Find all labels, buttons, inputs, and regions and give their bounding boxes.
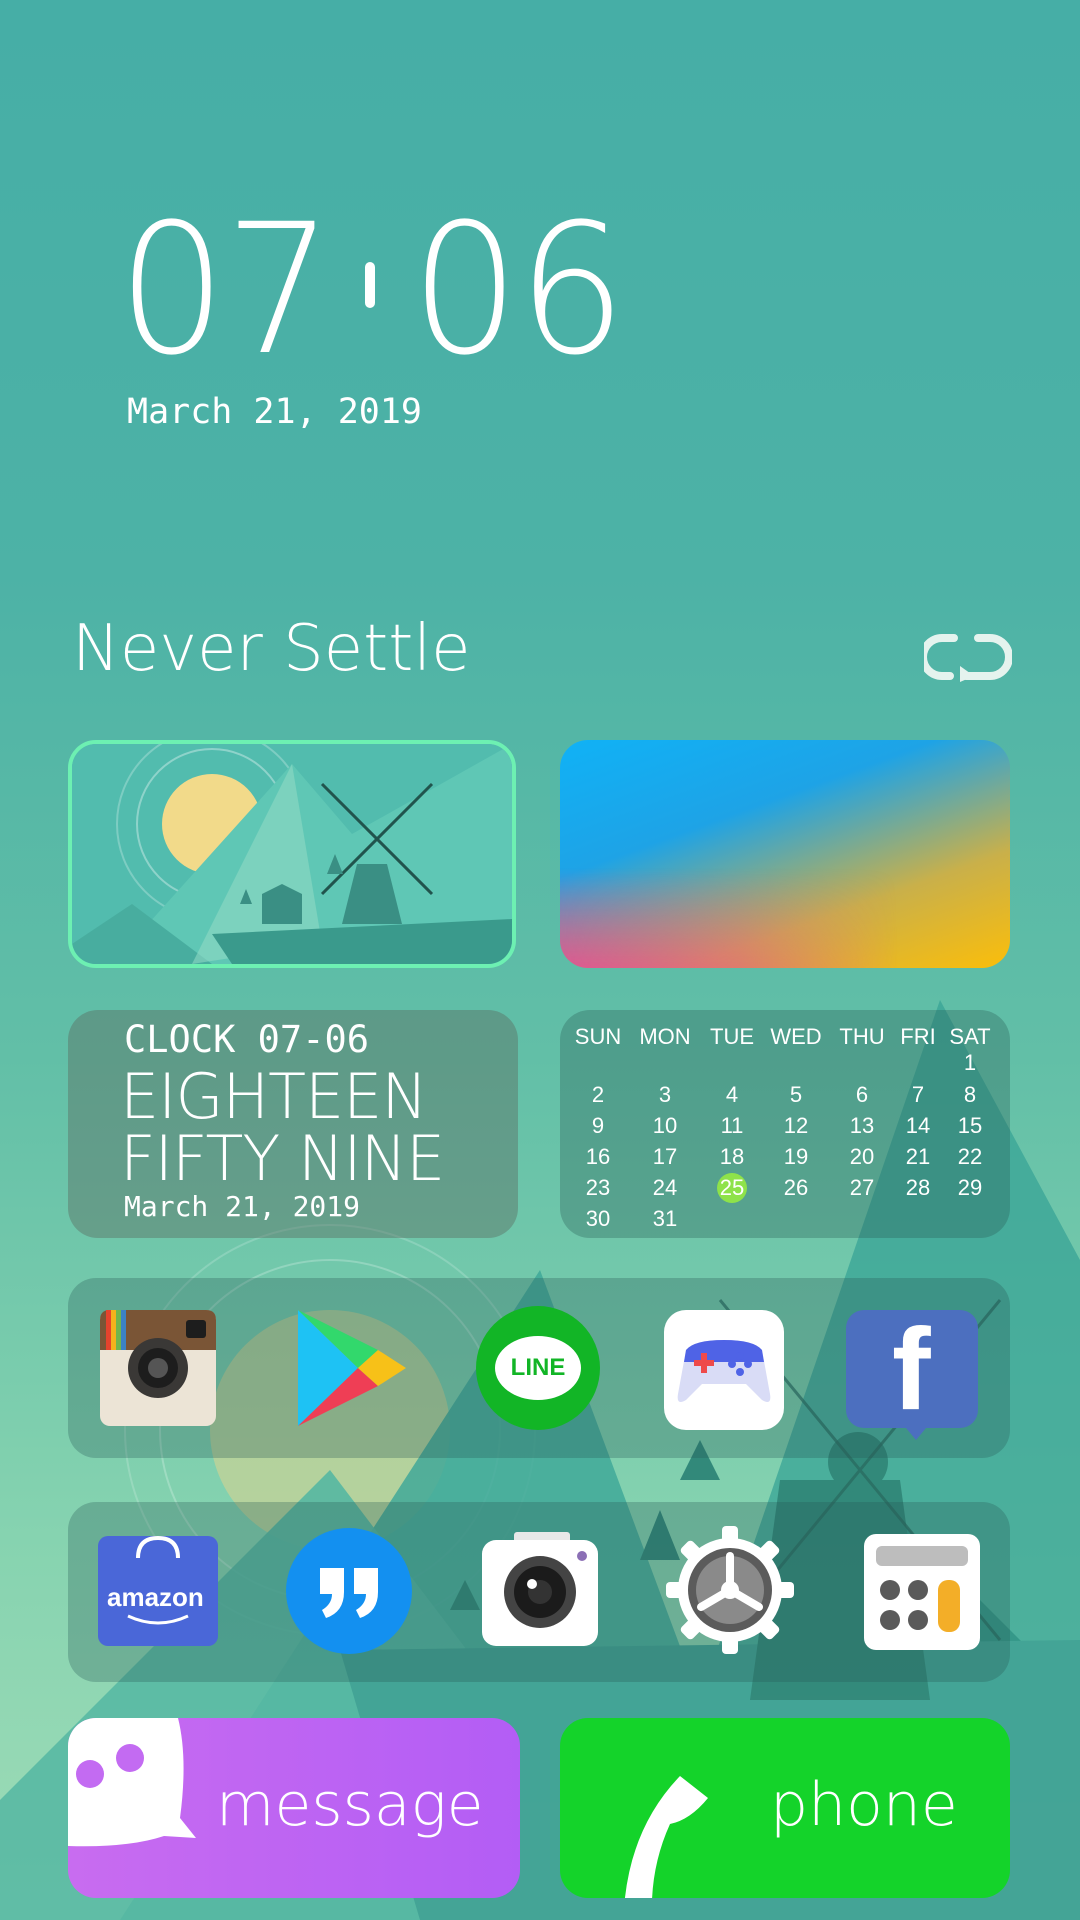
calendar-week-row: 16 17 18 19 20 21 22 bbox=[560, 1142, 1010, 1172]
calculator-icon[interactable] bbox=[862, 1532, 982, 1652]
calendar-date-cell[interactable]: 21 bbox=[888, 1142, 948, 1172]
calendar-date-cell[interactable]: 29 bbox=[940, 1173, 1000, 1203]
calendar-date-cell[interactable]: 6 bbox=[832, 1080, 892, 1110]
calendar-date-cell[interactable]: 25 bbox=[702, 1173, 762, 1203]
calendar-date-cell[interactable]: 10 bbox=[635, 1111, 695, 1141]
clock-widget-label: CLOCK 07-06 bbox=[124, 1018, 370, 1061]
amazon-bag-handle bbox=[136, 1535, 180, 1559]
calendar-date-cell[interactable]: 23 bbox=[568, 1173, 628, 1203]
calendar-week-row: 30 31 bbox=[560, 1204, 1010, 1234]
calendar-date-cell[interactable]: 31 bbox=[635, 1204, 695, 1234]
calendar-date-cell[interactable]: 16 bbox=[568, 1142, 628, 1172]
facebook-icon-label: f bbox=[892, 1304, 931, 1434]
calendar-date-cell[interactable]: 28 bbox=[888, 1173, 948, 1203]
line-bubble: LINE bbox=[495, 1336, 581, 1400]
calendar-date-cell[interactable]: 18 bbox=[702, 1142, 762, 1172]
phone-button[interactable]: phone bbox=[560, 1718, 1010, 1898]
calendar-date-cell[interactable]: 3 bbox=[635, 1080, 695, 1110]
clock-hours: 07 bbox=[117, 186, 334, 395]
phone-button-label: phone bbox=[770, 1770, 958, 1840]
amazon-icon-label: amazon bbox=[107, 1582, 204, 1612]
calendar-date-cell[interactable]: 5 bbox=[766, 1080, 826, 1110]
big-clock: 07 06 bbox=[112, 196, 630, 386]
camera-icon[interactable] bbox=[480, 1528, 600, 1648]
calendar-date-cell[interactable]: 1 bbox=[940, 1048, 1000, 1078]
gamepad-icon[interactable] bbox=[664, 1310, 784, 1430]
calendar-date-cell[interactable]: 30 bbox=[568, 1204, 628, 1234]
calendar-date-cell[interactable]: 19 bbox=[766, 1142, 826, 1172]
clock-minutes: 06 bbox=[410, 186, 627, 395]
refresh-icon[interactable] bbox=[924, 632, 1012, 682]
calendar-date-cell[interactable]: 11 bbox=[702, 1111, 762, 1141]
calendar-date-cell[interactable]: 22 bbox=[940, 1142, 1000, 1172]
calendar-date-cell[interactable]: 8 bbox=[940, 1080, 1000, 1110]
calendar-week-row: 2345678 bbox=[560, 1080, 1010, 1110]
message-bubble-icon bbox=[68, 1718, 196, 1847]
message-button[interactable]: message bbox=[68, 1718, 520, 1898]
calendar-date-cell[interactable]: 27 bbox=[832, 1173, 892, 1203]
message-button-label: message bbox=[216, 1770, 484, 1840]
date-text: March 21, 2019 bbox=[127, 392, 423, 432]
calendar-date-cell[interactable]: 4 bbox=[702, 1080, 762, 1110]
gradient-card[interactable] bbox=[560, 740, 1010, 968]
calendar-week-row: 1 bbox=[560, 1048, 1010, 1078]
calendar-date-cell[interactable]: 2 bbox=[568, 1080, 628, 1110]
facebook-icon[interactable]: f bbox=[846, 1304, 978, 1440]
gear-icon[interactable] bbox=[666, 1526, 794, 1654]
calendar-date-cell[interactable]: 9 bbox=[568, 1111, 628, 1141]
calendar-date-cell[interactable]: 15 bbox=[940, 1111, 1000, 1141]
quote-icon[interactable] bbox=[286, 1528, 412, 1654]
landscape-illustration bbox=[72, 744, 512, 964]
motto-title: Never Settle bbox=[72, 612, 471, 686]
clock-separator bbox=[365, 262, 376, 308]
clock-widget-words-line2: FIFTY NINE bbox=[120, 1122, 445, 1195]
facebook-bubble-tail bbox=[906, 1428, 926, 1440]
calendar-date-cell[interactable]: 17 bbox=[635, 1142, 695, 1172]
phone-handset-icon bbox=[624, 1776, 708, 1898]
play-store-icon[interactable] bbox=[288, 1308, 408, 1428]
calendar-week-row: 9 10 11 12 13 14 15 bbox=[560, 1111, 1010, 1141]
clock-widget-date: March 21, 2019 bbox=[124, 1190, 361, 1223]
instagram-icon[interactable] bbox=[98, 1308, 218, 1428]
calendar-date-cell[interactable]: 20 bbox=[832, 1142, 892, 1172]
calendar-date-cell[interactable]: 13 bbox=[832, 1111, 892, 1141]
calendar-week-row: 23 24 25 26 27 28 29 bbox=[560, 1173, 1010, 1203]
line-icon-label: LINE bbox=[510, 1354, 566, 1381]
quote-glyph bbox=[320, 1568, 378, 1618]
calendar-date-cell[interactable]: 26 bbox=[766, 1173, 826, 1203]
line-icon[interactable]: LINE bbox=[476, 1306, 600, 1430]
landscape-photo-card[interactable] bbox=[68, 740, 516, 968]
amazon-smile bbox=[127, 1614, 189, 1625]
amazon-icon[interactable]: amazon bbox=[98, 1535, 218, 1646]
calendar-date-cell[interactable]: 24 bbox=[635, 1173, 695, 1203]
calendar-date-cell[interactable]: 14 bbox=[888, 1111, 948, 1141]
calendar-date-cell[interactable]: 7 bbox=[888, 1080, 948, 1110]
calendar-date-cell[interactable]: 12 bbox=[766, 1111, 826, 1141]
